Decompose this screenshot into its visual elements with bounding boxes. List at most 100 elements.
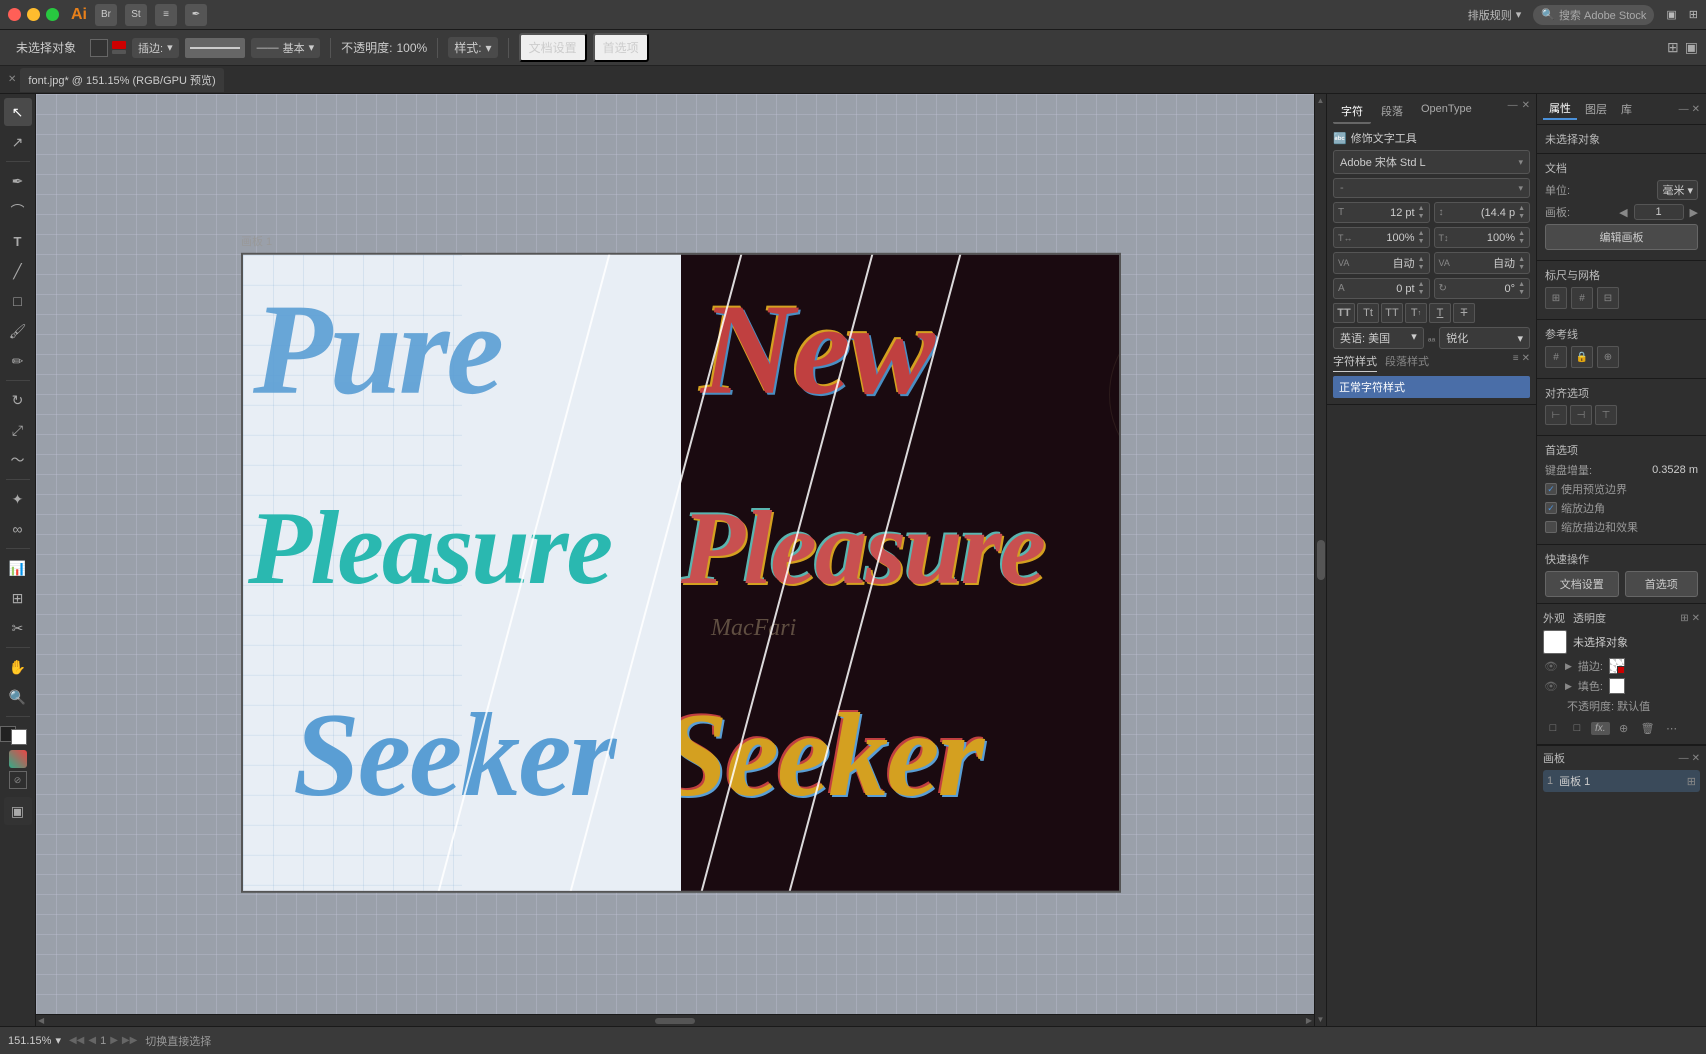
horizontal-scrollbar[interactable]: ◀ ▶ [36, 1014, 1314, 1026]
tab-opentype[interactable]: OpenType [1413, 100, 1480, 124]
pen-icon[interactable]: ✒ [185, 4, 207, 26]
opacity-control[interactable]: 不透明度: 100% [341, 39, 427, 56]
blend-tool[interactable]: ∞ [4, 515, 32, 543]
smart-guides-btn[interactable]: ⊕ [1597, 346, 1619, 368]
fill-visibility-icon[interactable]: 👁 [1543, 678, 1559, 694]
tracking-ctrl[interactable]: VA 自动 ▲ ▼ [1333, 252, 1430, 274]
style-btn-t-up[interactable]: T↑ [1405, 303, 1427, 323]
style-btn-t-caps[interactable]: TT [1381, 303, 1403, 323]
minimize-button[interactable] [27, 8, 40, 21]
tab-properties[interactable]: 属性 [1543, 98, 1577, 120]
tab-character[interactable]: 字符 [1333, 100, 1371, 124]
prop-panel-minimize[interactable]: — [1679, 104, 1689, 115]
show-rulers-btn[interactable]: ⊞ [1545, 287, 1567, 309]
curvature-tool[interactable]: ⌒ [4, 197, 32, 225]
page-next2[interactable]: ▶▶ [122, 1035, 137, 1046]
font-size-down[interactable]: ▼ [1418, 213, 1425, 220]
appearance-expand[interactable]: ⊞ [1680, 613, 1688, 624]
tab-close-button[interactable]: ✕ [8, 74, 16, 85]
paintbrush-tool[interactable]: 🖌 [4, 317, 32, 345]
line-height-down[interactable]: ▼ [1518, 213, 1525, 220]
font-style-selector[interactable]: - ▾ [1333, 178, 1530, 198]
panel-icon[interactable]: ▣ [1685, 39, 1698, 56]
pen-tool[interactable]: ✒ [4, 167, 32, 195]
artboard-prev[interactable]: ◀ [1619, 206, 1627, 219]
font-size-ctrl[interactable]: T 12 pt ▲ ▼ [1333, 202, 1430, 223]
line-height-up[interactable]: ▲ [1518, 205, 1525, 212]
none-icon[interactable]: ⊘ [9, 771, 27, 789]
select-tool[interactable]: ↖ [4, 98, 32, 126]
style-btn-t-under[interactable]: T [1429, 303, 1451, 323]
more-options-icon[interactable]: ⋯ [1662, 718, 1682, 738]
lock-guides-btn[interactable]: 🔒 [1571, 346, 1593, 368]
scale-tool[interactable]: ⤢ [4, 416, 32, 444]
panel-close[interactable]: ✕ [1522, 100, 1530, 124]
panel-toggle-2[interactable]: ⊞ [1689, 8, 1698, 21]
show-guides-btn[interactable]: # [1545, 346, 1567, 368]
show-grid-btn[interactable]: # [1571, 287, 1593, 309]
panel-toggle-1[interactable]: ▣ [1666, 8, 1676, 21]
artboard-panel-close[interactable]: ✕ [1692, 753, 1700, 764]
h-scale-ctrl[interactable]: T↔ 100% ▲ ▼ [1333, 227, 1430, 248]
color-mode-icon[interactable] [9, 750, 27, 768]
tab-layers[interactable]: 图层 [1579, 99, 1613, 119]
doc-settings-quick-btn[interactable]: 文档设置 [1545, 571, 1619, 597]
doc-settings-menu-btn[interactable]: 文档设置 [519, 33, 587, 62]
sort-rule[interactable]: 排版规则 ▾ [1468, 7, 1522, 23]
artboard-panel-minimize[interactable]: — [1679, 753, 1689, 764]
artboard-options-icon[interactable]: ⊞ [1687, 775, 1696, 788]
add-new-fill-icon[interactable]: □ [1567, 718, 1587, 738]
kerning-ctrl[interactable]: VA 自动 ▲ ▼ [1434, 252, 1531, 274]
fx-badge[interactable]: fx. [1591, 722, 1610, 735]
style-btn-tt-small[interactable]: Tt [1357, 303, 1379, 323]
bridge-icon[interactable]: Br [95, 4, 117, 26]
style-dropdown[interactable]: ▾ [486, 41, 492, 55]
stock-icon[interactable]: St [125, 4, 147, 26]
preferences-menu-btn[interactable]: 首选项 [593, 33, 649, 62]
column-graph-tool[interactable]: 📊 [4, 554, 32, 582]
sharp-selector[interactable]: 锐化 ▾ [1439, 327, 1530, 349]
artboard-next[interactable]: ▶ [1690, 206, 1698, 219]
layout-icon[interactable]: ≡ [155, 4, 177, 26]
panel-minimize[interactable]: — [1508, 100, 1518, 124]
style-expand-icon[interactable]: ≡ [1513, 353, 1519, 372]
eyedropper-tool[interactable]: ✦ [4, 485, 32, 513]
font-selector[interactable]: Adobe 宋体 Std L ▾ [1333, 150, 1530, 174]
style-btn-tt[interactable]: TT [1333, 303, 1355, 323]
baseline-ctrl[interactable]: A 0 pt ▲ ▼ [1333, 278, 1430, 299]
tab-paragraph[interactable]: 段落 [1373, 100, 1411, 124]
zoom-control[interactable]: 151.15% ▾ [8, 1034, 61, 1047]
prefs-quick-btn[interactable]: 首选项 [1625, 571, 1699, 597]
style-close-icon[interactable]: ✕ [1522, 353, 1530, 372]
page-next[interactable]: ▶ [110, 1035, 118, 1046]
text-tool[interactable]: T [4, 227, 32, 255]
style-btn-t-strike[interactable]: T [1453, 303, 1475, 323]
stroke-visibility-icon[interactable]: 👁 [1543, 658, 1559, 674]
appearance-close[interactable]: ✕ [1692, 613, 1700, 624]
search-stock[interactable]: 🔍 搜索 Adobe Stock [1533, 5, 1654, 25]
align-left-btn[interactable]: ⊢ [1545, 405, 1567, 425]
delete-item-icon[interactable]: 🗑 [1638, 718, 1658, 738]
unit-dropdown[interactable]: 毫米 ▾ [1657, 180, 1698, 200]
artboard-value[interactable]: 1 [1634, 204, 1684, 220]
stroke-expand[interactable]: ▶ [1565, 661, 1572, 672]
line-tool[interactable]: ╱ [4, 257, 32, 285]
scale-stroke-checkbox[interactable] [1545, 502, 1557, 514]
rotation-ctrl[interactable]: ↻ 0° ▲ ▼ [1434, 278, 1531, 299]
warp-tool[interactable]: 〜 [4, 446, 32, 474]
language-selector[interactable]: 英语: 美国 ▾ [1333, 327, 1424, 349]
hand-tool[interactable]: ✋ [4, 653, 32, 681]
para-style-tab[interactable]: 段落样式 [1385, 353, 1429, 372]
arrange-icon[interactable]: ⊞ [1667, 39, 1679, 56]
maximize-button[interactable] [46, 8, 59, 21]
direct-select-tool[interactable]: ↗ [4, 128, 32, 156]
artboard-list-item[interactable]: 1 画板 1 ⊞ [1543, 770, 1700, 792]
edit-artboard-btn[interactable]: 编辑画板 [1545, 224, 1698, 250]
rect-tool[interactable]: □ [4, 287, 32, 315]
change-screen-mode[interactable]: ▣ [4, 797, 32, 825]
fill-swatch[interactable] [11, 729, 27, 745]
scale-effects-checkbox[interactable] [1545, 521, 1557, 533]
pencil-tool[interactable]: ✏ [4, 347, 32, 375]
snap-grid-btn[interactable]: ⊟ [1597, 287, 1619, 309]
fill-expand[interactable]: ▶ [1565, 681, 1572, 692]
